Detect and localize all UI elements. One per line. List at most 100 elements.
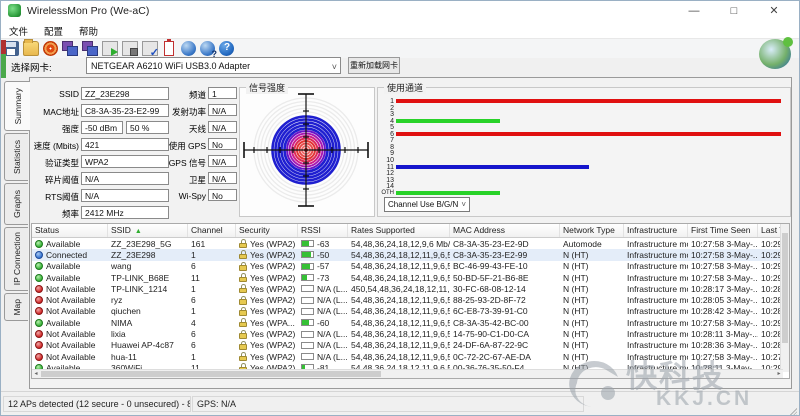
- channel-label: 7: [378, 138, 394, 143]
- cell: 54,48,36,24,18,12,11,9,6,5,2,1 Mb: [348, 273, 450, 283]
- record-icon[interactable]: [43, 41, 58, 56]
- table-row[interactable]: Not AvailableHuawei AP-4c876Yes (WPA2)N/…: [32, 340, 789, 351]
- open-folder-icon[interactable]: [23, 41, 39, 56]
- field-value[interactable]: -50 dBm: [81, 121, 123, 134]
- column-header-infrastructure[interactable]: Infrastructure: [624, 224, 688, 237]
- field-value[interactable]: No: [208, 138, 237, 150]
- cell: 10:28:11 3-May-...: [688, 329, 758, 339]
- channel-use-dropdown[interactable]: Channel Use B/G/N ˅: [384, 197, 470, 212]
- field-value[interactable]: WPA2: [81, 155, 169, 168]
- cell: 10:27:58 3-May-...: [688, 352, 758, 362]
- scrollbar-thumb[interactable]: [41, 371, 381, 377]
- battery-icon[interactable]: [164, 41, 174, 56]
- minimize-button[interactable]: —: [677, 1, 711, 22]
- channel-usage-bar: [396, 191, 500, 195]
- rssi-fill: [302, 252, 311, 257]
- channel-usage-group: 使用通道 1234567891011121314OTH Channel Use …: [377, 87, 791, 217]
- column-header-ssid[interactable]: SSID▲: [108, 224, 188, 237]
- adapter-select[interactable]: NETGEAR A6210 WiFi USB3.0 Adapter ˅: [86, 57, 341, 74]
- scrollbar-thumb[interactable]: [782, 233, 788, 343]
- cell: 54,48,36,24,18,12,11,9,6,5,2,1 Mb: [348, 318, 450, 328]
- table-row[interactable]: Not Availablelixia6Yes (WPA2)N/A (L...54…: [32, 328, 789, 339]
- table-row[interactable]: Not Availableqiuchen1Yes (WPA2)N/A (L...…: [32, 306, 789, 317]
- field-value[interactable]: No: [208, 189, 237, 201]
- cell: Available: [32, 239, 108, 249]
- cell: Not Available: [32, 284, 108, 294]
- table-row[interactable]: AvailableNIMA4Yes (WPA...-6054,48,36,24,…: [32, 317, 789, 328]
- cell: N (HT): [560, 295, 624, 305]
- field-value[interactable]: 421: [81, 138, 169, 151]
- cell: Infrastructure mo...: [624, 250, 688, 260]
- field-value[interactable]: N/A: [208, 155, 237, 167]
- resize-grip[interactable]: [789, 408, 797, 416]
- field-value[interactable]: N/A: [81, 189, 169, 202]
- export-run-icon[interactable]: [102, 41, 118, 56]
- horizontal-scrollbar[interactable]: ◂ ▸: [32, 369, 783, 378]
- help-icon[interactable]: [219, 41, 234, 56]
- column-header-mac-address[interactable]: MAC Address: [450, 224, 560, 237]
- network-copy-2-icon[interactable]: [82, 41, 98, 56]
- scroll-right-icon[interactable]: ▸: [775, 370, 783, 378]
- web-query-icon[interactable]: [200, 41, 215, 56]
- column-header-first-time-seen[interactable]: First Time Seen: [688, 224, 758, 237]
- status-text: Not Available: [46, 340, 95, 350]
- security-text: Yes (WPA...: [250, 318, 295, 328]
- field-value[interactable]: 50 %: [126, 121, 169, 134]
- column-header-security[interactable]: Security: [236, 224, 298, 237]
- column-header-rates-supported[interactable]: Rates Supported: [348, 224, 450, 237]
- column-header-channel[interactable]: Channel: [188, 224, 236, 237]
- lock-icon: [239, 341, 247, 350]
- cell: -50: [298, 250, 348, 260]
- verify-check-icon[interactable]: [142, 41, 158, 56]
- rssi-text: N/A (L...: [317, 306, 348, 316]
- maximize-button[interactable]: □: [717, 1, 751, 22]
- table-row[interactable]: AvailableTP-LINK_B68E11Yes (WPA2)-7354,4…: [32, 272, 789, 283]
- table-row[interactable]: Not Availablehua-111Yes (WPA2)N/A (L...5…: [32, 351, 789, 362]
- column-header-network-type[interactable]: Network Type: [560, 224, 624, 237]
- table-row[interactable]: ConnectedZZ_23E2981Yes (WPA2)-5054,48,36…: [32, 249, 789, 260]
- field-value[interactable]: N/A: [208, 104, 237, 116]
- status-text: Available: [46, 273, 80, 283]
- cell: ZZ_23E298_5G: [108, 239, 188, 249]
- network-copy-icon[interactable]: [62, 41, 78, 56]
- rssi-icon: [301, 285, 314, 292]
- field-value[interactable]: C8-3A-35-23-E2-99: [81, 104, 169, 117]
- field-value[interactable]: N/A: [208, 172, 237, 184]
- cell: Yes (WPA2): [236, 250, 298, 260]
- cell: Not Available: [32, 340, 108, 350]
- table-row[interactable]: Availablewang6Yes (WPA2)-5754,48,36,24,1…: [32, 261, 789, 272]
- column-header-status[interactable]: Status: [32, 224, 108, 237]
- web-icon[interactable]: [181, 41, 196, 56]
- table-row[interactable]: Not AvailableTP-LINK_12141Yes (WPA2)N/A …: [32, 283, 789, 294]
- table-row[interactable]: Not Availableryz6Yes (WPA2)N/A (L...54,4…: [32, 294, 789, 305]
- scroll-left-icon[interactable]: ◂: [32, 370, 40, 378]
- wirelessmon-logo-icon: [759, 39, 791, 69]
- close-button[interactable]: ✕: [757, 1, 791, 22]
- cell: ZZ_23E298: [108, 250, 188, 260]
- field-value[interactable]: 1: [208, 87, 237, 99]
- lock-icon: [239, 352, 247, 361]
- table-row[interactable]: AvailableZZ_23E298_5G161Yes (WPA2)-6354,…: [32, 238, 789, 249]
- column-header-rssi[interactable]: RSSI: [298, 224, 348, 237]
- cell: hua-11: [108, 352, 188, 362]
- field-label: 强度: [9, 123, 79, 135]
- security-text: Yes (WPA2): [250, 340, 295, 350]
- reload-adapter-button[interactable]: 重新加载网卡: [348, 57, 400, 74]
- rssi-text: -73: [317, 273, 329, 283]
- tab-ip-connection[interactable]: IP Connection: [4, 227, 28, 291]
- vertical-scrollbar[interactable]: [780, 224, 789, 372]
- export-stop-icon[interactable]: [122, 41, 138, 56]
- rssi-text: -63: [317, 239, 329, 249]
- field-value[interactable]: 2412 MHz: [81, 206, 169, 219]
- chevron-down-icon: ˅: [461, 198, 466, 211]
- field-label: 速度 (Mbits): [9, 140, 79, 152]
- channel-use-dropdown-value: Channel Use B/G/N: [388, 200, 458, 209]
- rssi-fill: [302, 275, 307, 280]
- tab-map[interactable]: Map: [4, 293, 28, 321]
- field-value[interactable]: N/A: [81, 172, 169, 185]
- rssi-icon: [301, 353, 314, 360]
- field-value[interactable]: N/A: [208, 121, 237, 133]
- cell: 54,48,36,24,18,12,11,9,6,5,2,1 Mb: [348, 306, 450, 316]
- security-text: Yes (WPA2): [250, 250, 295, 260]
- field-value[interactable]: ZZ_23E298: [81, 87, 169, 100]
